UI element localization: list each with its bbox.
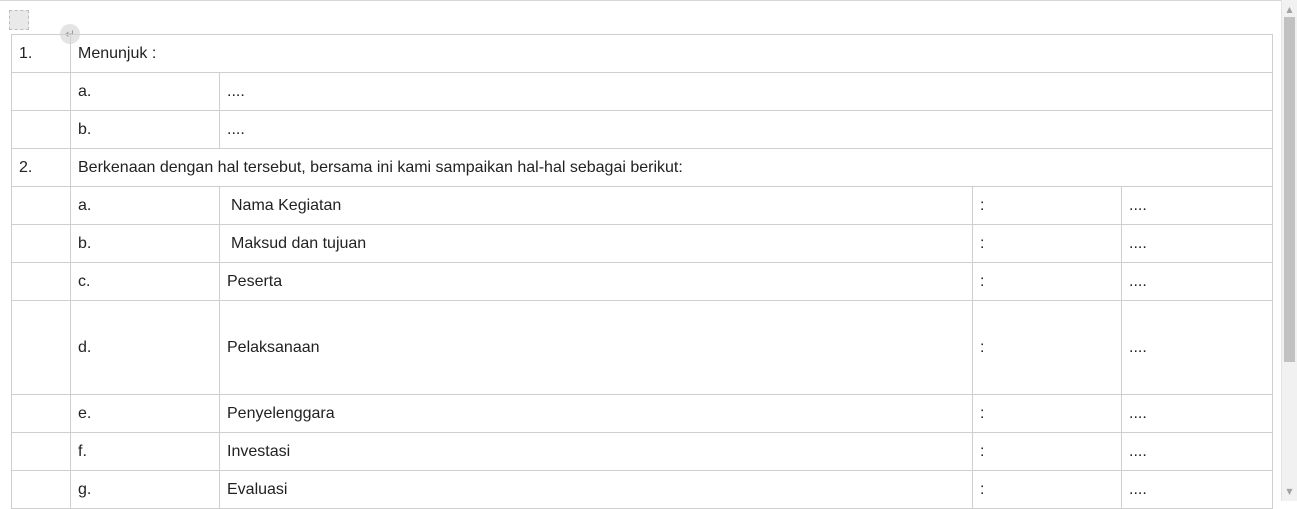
colon-cell[interactable]: : — [972, 262, 1122, 301]
item-letter-cell[interactable]: a. — [70, 72, 220, 111]
table-row: d. Pelaksanaan : .... — [11, 300, 1274, 395]
table-row: 1. Menunjuk : — [11, 34, 1274, 73]
item-value-cell[interactable]: .... — [218, 110, 1274, 149]
item-letter-cell[interactable]: a. — [70, 186, 220, 225]
item-value-cell[interactable]: .... — [1120, 262, 1274, 301]
empty-cell[interactable] — [11, 470, 71, 509]
row-text-cell[interactable]: Berkenaan dengan hal tersebut, bersama i… — [69, 148, 1274, 187]
vertical-scrollbar[interactable]: ▲ ▼ — [1281, 0, 1297, 501]
item-letter-cell[interactable]: g. — [70, 470, 220, 509]
item-label-cell[interactable]: Nama Kegiatan — [219, 186, 973, 225]
editor-top-border — [0, 0, 1281, 1]
colon-cell[interactable]: : — [972, 432, 1122, 471]
table-row: f. Investasi : .... — [11, 432, 1274, 471]
table-row: 2. Berkenaan dengan hal tersebut, bersam… — [11, 148, 1274, 187]
scrollbar-thumb[interactable] — [1284, 17, 1295, 362]
scroll-down-arrow-icon[interactable]: ▼ — [1282, 485, 1297, 499]
item-label-cell[interactable]: Maksud dan tujuan — [219, 224, 973, 263]
item-value-cell[interactable]: .... — [1120, 224, 1274, 263]
colon-cell[interactable]: : — [972, 300, 1122, 395]
scroll-up-arrow-icon[interactable]: ▲ — [1282, 3, 1297, 17]
table-row: b. .... — [11, 110, 1274, 149]
item-value-cell[interactable]: .... — [1120, 300, 1274, 395]
item-letter-cell[interactable]: c. — [70, 262, 220, 301]
item-value-cell[interactable]: .... — [1120, 470, 1274, 509]
item-value-cell[interactable]: .... — [1120, 394, 1274, 433]
colon-cell[interactable]: : — [972, 186, 1122, 225]
row-text-cell[interactable]: Menunjuk : — [69, 34, 1274, 73]
document-table: 1. Menunjuk : a. .... b. .... 2. Berkena… — [11, 34, 1274, 509]
colon-cell[interactable]: : — [972, 224, 1122, 263]
item-value-cell[interactable]: .... — [218, 72, 1274, 111]
table-row: g. Evaluasi : .... — [11, 470, 1274, 509]
item-value-cell[interactable]: .... — [1120, 432, 1274, 471]
empty-cell[interactable] — [11, 300, 71, 395]
item-label-cell[interactable]: Penyelenggara — [219, 394, 973, 433]
item-label-cell[interactable]: Evaluasi — [219, 470, 973, 509]
empty-cell[interactable] — [11, 432, 71, 471]
empty-cell[interactable] — [11, 262, 71, 301]
item-label-cell[interactable]: Investasi — [219, 432, 973, 471]
empty-cell[interactable] — [11, 72, 71, 111]
empty-cell[interactable] — [11, 224, 71, 263]
empty-cell[interactable] — [11, 394, 71, 433]
item-label-cell[interactable]: Pelaksanaan — [219, 300, 973, 395]
colon-cell[interactable]: : — [972, 470, 1122, 509]
table-row: e. Penyelenggara : .... — [11, 394, 1274, 433]
row-number-cell[interactable]: 2. — [11, 148, 71, 187]
empty-cell[interactable] — [11, 186, 71, 225]
empty-cell[interactable] — [11, 110, 71, 149]
row-number-cell[interactable]: 1. — [11, 34, 71, 73]
table-row: a. Nama Kegiatan : .... — [11, 186, 1274, 225]
item-letter-cell[interactable]: f. — [70, 432, 220, 471]
item-label-cell[interactable]: Peserta — [219, 262, 973, 301]
item-letter-cell[interactable]: d. — [70, 300, 220, 395]
item-letter-cell[interactable]: e. — [70, 394, 220, 433]
table-row: a. .... — [11, 72, 1274, 111]
item-value-cell[interactable]: .... — [1120, 186, 1274, 225]
table-row: b. Maksud dan tujuan : .... — [11, 224, 1274, 263]
colon-cell[interactable]: : — [972, 394, 1122, 433]
table-row: c. Peserta : .... — [11, 262, 1274, 301]
item-letter-cell[interactable]: b. — [70, 224, 220, 263]
item-letter-cell[interactable]: b. — [70, 110, 220, 149]
table-select-handle-icon[interactable] — [9, 10, 29, 30]
